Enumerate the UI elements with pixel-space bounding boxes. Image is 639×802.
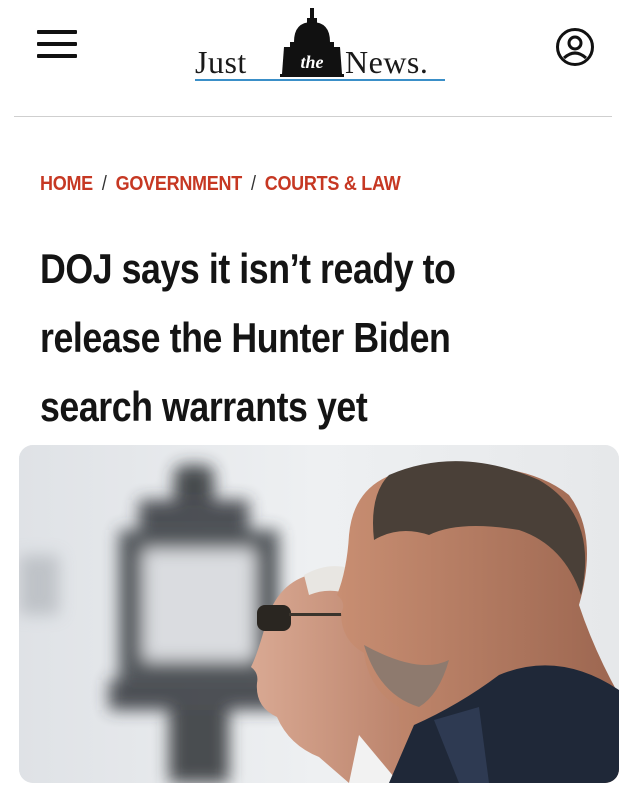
article-hero-image[interactable] — [19, 445, 619, 783]
breadcrumb-government-link[interactable]: GOVERNMENT — [116, 173, 243, 195]
hamburger-menu-icon[interactable] — [37, 30, 77, 64]
breadcrumb: HOME / GOVERNMENT / COURTS & LAW — [40, 173, 401, 196]
breadcrumb-separator: / — [250, 173, 256, 195]
breadcrumb-home-link[interactable]: HOME — [40, 173, 93, 195]
user-account-icon[interactable] — [555, 27, 595, 67]
article-headline: DOJ says it isn’t ready to release the H… — [40, 234, 584, 441]
logo-text-news: News. — [345, 44, 429, 80]
headline-line: release the Hunter Biden — [40, 314, 451, 361]
breadcrumb-separator: / — [101, 173, 107, 195]
headline-line: DOJ says it isn’t ready to — [40, 245, 456, 292]
site-header: Just the News. — [0, 0, 639, 116]
site-logo[interactable]: Just the News. — [190, 6, 455, 86]
headline-line: search warrants yet — [40, 383, 368, 430]
header-divider — [14, 116, 612, 117]
hero-photo-illustration — [19, 445, 619, 783]
logo-underline — [195, 79, 445, 81]
logo-text-just: Just — [195, 44, 247, 80]
breadcrumb-courts-law-link[interactable]: COURTS & LAW — [265, 173, 401, 195]
logo-text-the: the — [300, 52, 324, 72]
